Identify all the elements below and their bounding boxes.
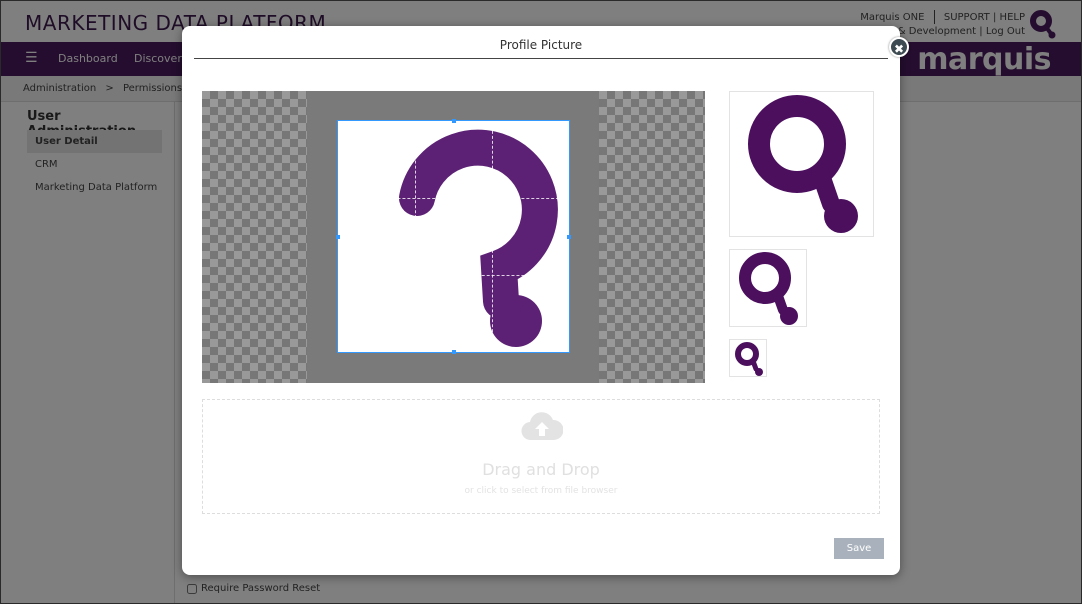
crop-handle-top[interactable] xyxy=(452,119,456,123)
crop-guide xyxy=(338,198,569,199)
dropzone-subtitle: or click to select from file browser xyxy=(464,486,618,496)
crop-guide xyxy=(415,121,416,352)
close-icon[interactable]: ✖ xyxy=(889,37,909,57)
image-crop-area[interactable] xyxy=(202,91,705,383)
file-dropzone[interactable]: Drag and Drop or click to select from fi… xyxy=(202,399,880,514)
preview-large xyxy=(729,91,874,237)
crop-handle-right[interactable] xyxy=(567,235,571,239)
cloud-upload-icon xyxy=(521,412,563,441)
save-button[interactable]: Save xyxy=(834,538,884,559)
crop-guide xyxy=(338,275,569,276)
preview-small xyxy=(729,339,767,377)
profile-picture-modal: Profile Picture ✖ Drag and Drop or click… xyxy=(182,26,909,575)
q-logo-preview xyxy=(735,342,763,376)
transparent-background xyxy=(202,91,307,383)
modal-title: Profile Picture xyxy=(194,38,888,59)
dropzone-title: Drag and Drop xyxy=(482,460,600,479)
crop-guide xyxy=(492,121,493,352)
q-logo-image xyxy=(399,129,558,347)
crop-handle-left[interactable] xyxy=(336,235,340,239)
q-logo-preview xyxy=(748,95,858,233)
transparent-background xyxy=(599,91,705,383)
preview-medium xyxy=(729,249,807,327)
crop-handle-bottom[interactable] xyxy=(452,350,456,354)
crop-selection-box[interactable] xyxy=(336,119,571,354)
q-logo-preview xyxy=(739,252,798,325)
